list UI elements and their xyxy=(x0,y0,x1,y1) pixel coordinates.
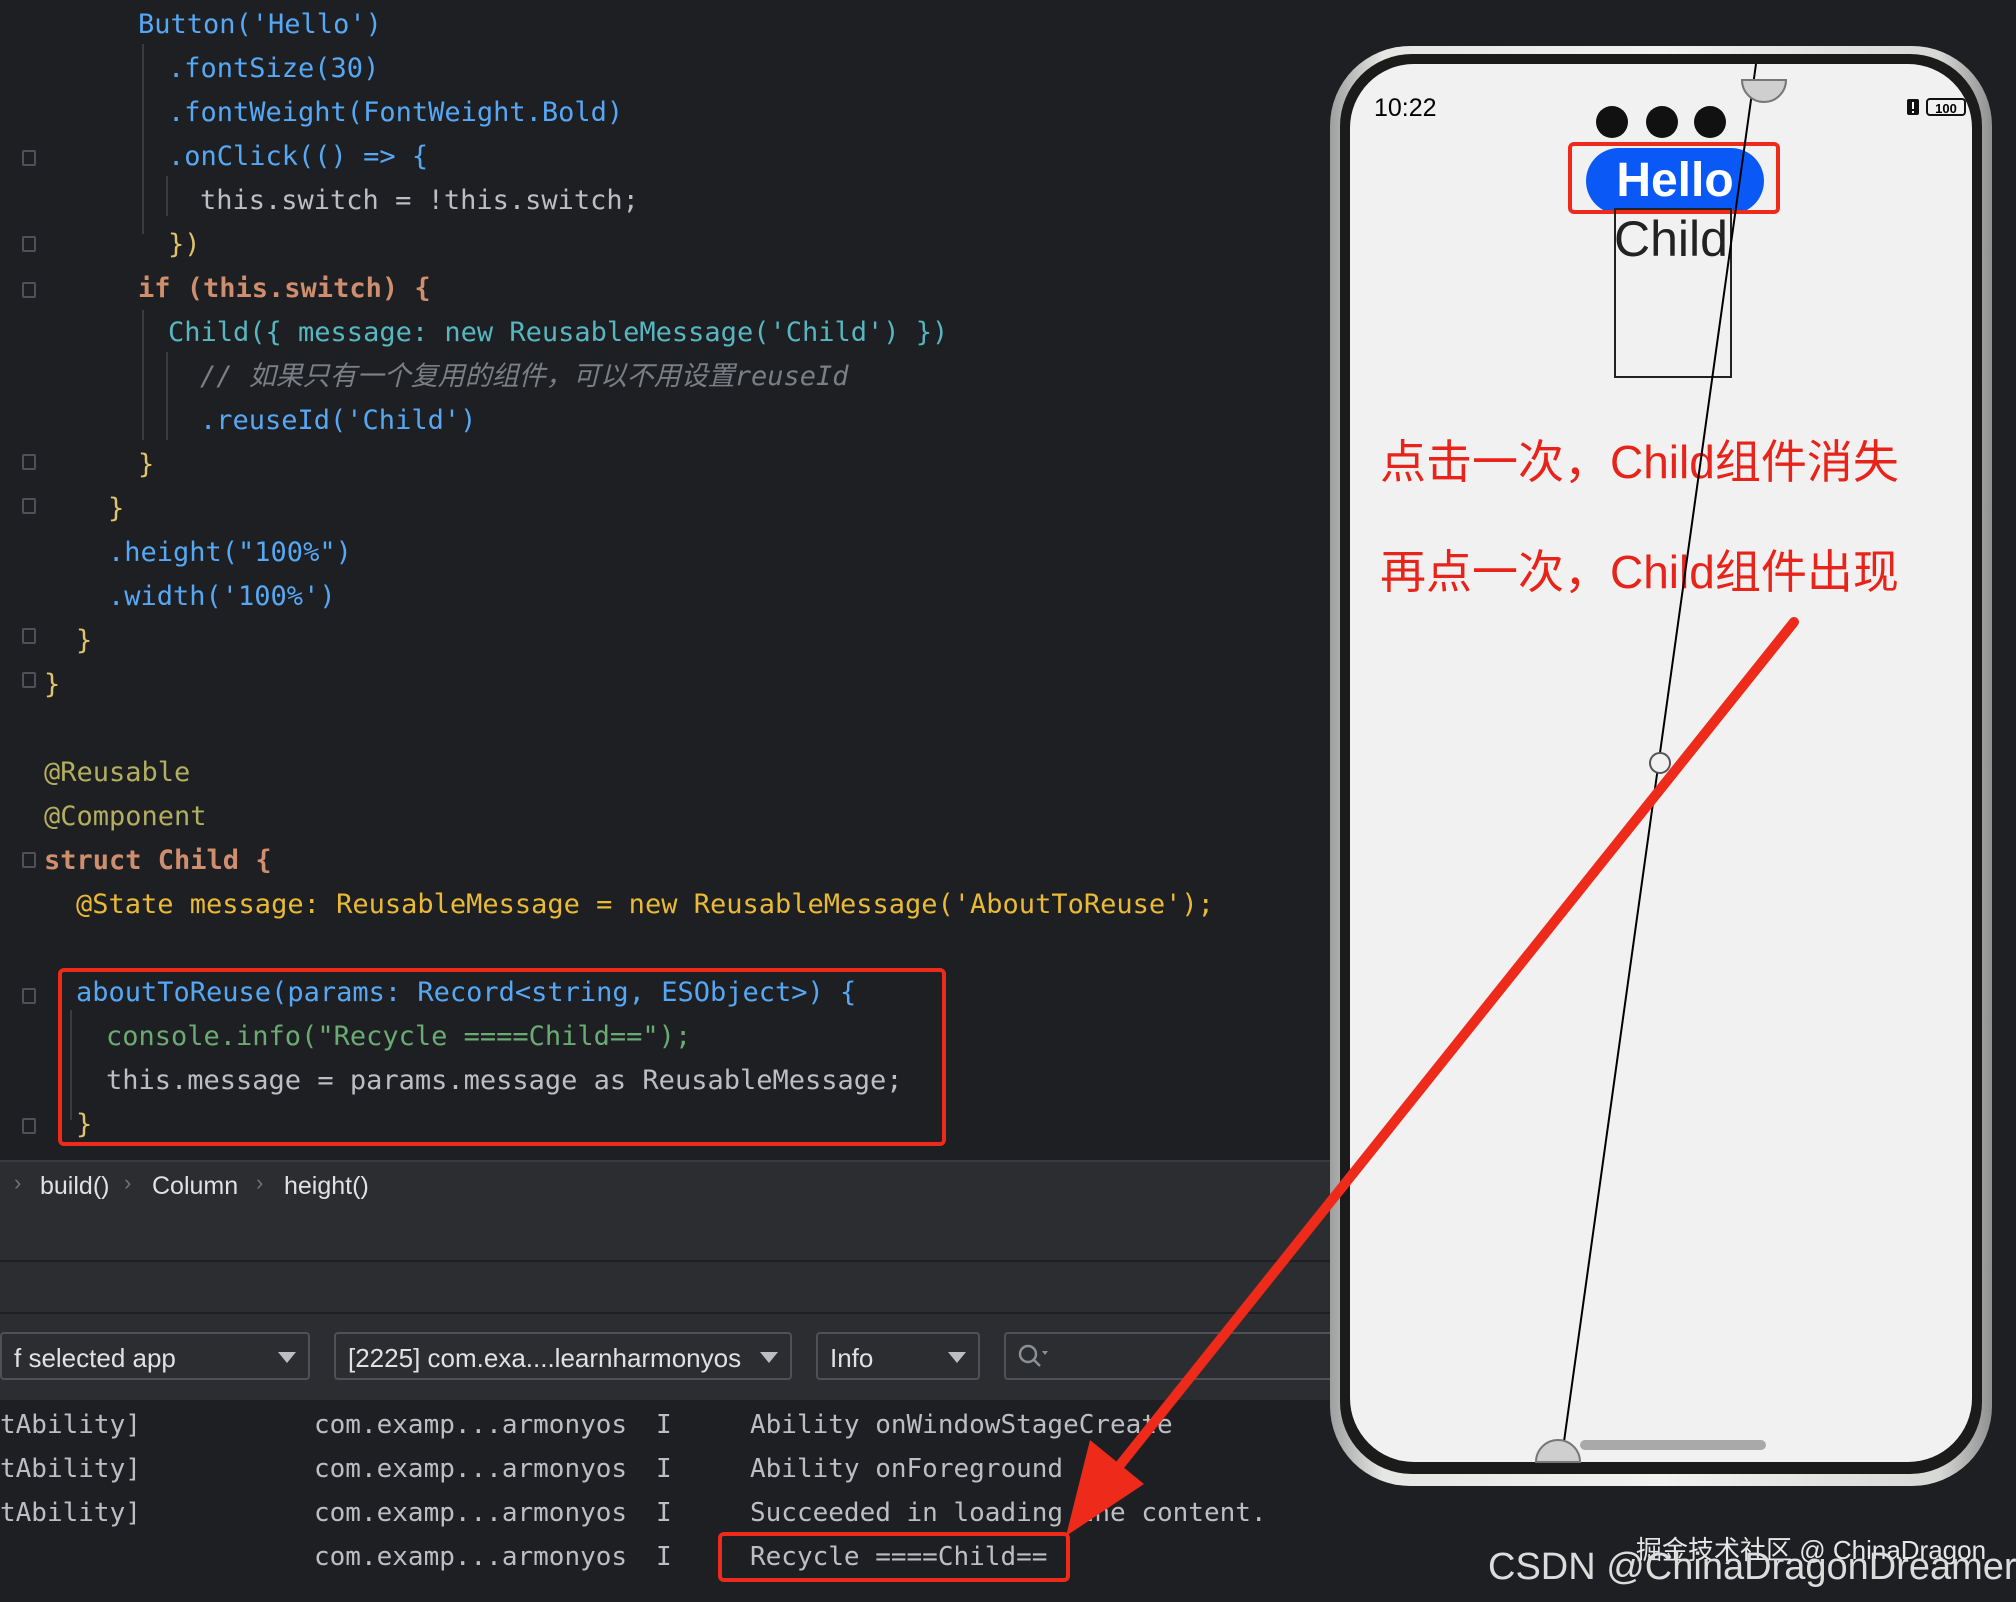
code-line: } xyxy=(44,669,61,700)
annotation-note-disappear: 点击一次，Child组件消失 xyxy=(1380,436,1899,488)
process-filter-dropdown[interactable]: [2225] com.exa....learnharmonyos xyxy=(334,1332,792,1380)
chevron-down-icon xyxy=(760,1352,778,1363)
fold-marker[interactable] xyxy=(22,454,36,470)
indent-guide xyxy=(142,44,144,234)
code-line: } xyxy=(76,625,93,656)
code-line: } xyxy=(108,493,125,524)
phone-screen[interactable]: 10:22 100 Hello Child 点击一次，Child组件消失 再点一… xyxy=(1350,64,1972,1462)
fold-marker[interactable] xyxy=(22,988,36,1004)
chevron-right-icon: › xyxy=(124,1170,132,1195)
code-line: .height("100%") xyxy=(108,537,352,568)
code-line: .fontWeight(FontWeight.Bold) xyxy=(168,97,624,128)
code-line: } xyxy=(138,449,155,480)
code-line: .fontSize(30) xyxy=(168,53,380,84)
chevron-down-icon xyxy=(278,1352,296,1363)
indent-guide xyxy=(166,352,168,440)
child-component-text: Child xyxy=(1614,211,1728,267)
log-package: com.examp...armonyos xyxy=(314,1410,628,1440)
log-output[interactable]: tAbility] com.examp...armonyos I Ability… xyxy=(0,1400,1340,1602)
fold-marker[interactable] xyxy=(22,236,36,252)
tool-window-toolbar xyxy=(0,1262,1340,1314)
watermark-csdn: CSDN @ChinaDragonDreamer xyxy=(1488,1546,2016,1588)
code-line: Button('Hello') xyxy=(138,9,382,40)
code-line: struct Child { xyxy=(44,845,272,876)
battery-icon: 100 xyxy=(1926,98,1966,116)
log-tag: tAbility] xyxy=(0,1498,141,1528)
code-line: @State message: ReusableMessage = new Re… xyxy=(76,889,1214,920)
phone-frame: 10:22 100 Hello Child 点击一次，Child组件消失 再点一… xyxy=(1330,46,1992,1486)
indent-guide xyxy=(142,310,144,440)
chevron-down-icon xyxy=(948,1352,966,1363)
log-level: I xyxy=(656,1542,672,1572)
breadcrumb: › build() › Column › height() xyxy=(0,1160,1340,1210)
log-level-value: Info xyxy=(830,1343,874,1373)
breadcrumb-item[interactable]: build() xyxy=(40,1172,109,1201)
fold-marker[interactable] xyxy=(22,1118,36,1134)
log-package: com.examp...armonyos xyxy=(314,1454,628,1484)
app-filter-value: f selected app xyxy=(14,1343,176,1373)
fold-marker[interactable] xyxy=(22,498,36,514)
alert-icon xyxy=(1907,99,1919,115)
code-line: @Component xyxy=(44,801,207,832)
search-icon xyxy=(1018,1344,1048,1367)
fold-marker[interactable] xyxy=(22,282,36,298)
battery-level: 100 xyxy=(1935,101,1957,116)
annotation-note-appear: 再点一次，Child组件出现 xyxy=(1380,546,1899,598)
code-comment: // 如果只有一个复用的组件，可以不用设置reuseId xyxy=(200,361,849,392)
code-line: this.switch = !this.switch; xyxy=(200,185,639,216)
app-filter-dropdown[interactable]: f selected app xyxy=(0,1332,310,1380)
home-indicator[interactable] xyxy=(1580,1440,1766,1450)
breadcrumb-item[interactable]: Column xyxy=(152,1172,238,1201)
log-package: com.examp...armonyos xyxy=(314,1498,628,1528)
log-level: I xyxy=(656,1410,672,1440)
log-search-input[interactable] xyxy=(1004,1332,1344,1380)
code-line: }) xyxy=(168,229,201,260)
log-level: I xyxy=(656,1498,672,1528)
highlight-box-about-to-reuse xyxy=(58,968,946,1146)
fold-marker[interactable] xyxy=(22,628,36,644)
chevron-right-icon: › xyxy=(256,1170,264,1195)
camera-icon xyxy=(1694,106,1726,138)
tool-window-header xyxy=(0,1210,1340,1262)
indent-guide xyxy=(166,176,168,216)
log-message: Succeeded in loading the content. xyxy=(750,1498,1267,1528)
log-filter-bar: f selected app [2225] com.exa....learnha… xyxy=(0,1314,1344,1400)
fold-marker[interactable] xyxy=(22,672,36,688)
phone-bezel: 10:22 100 Hello Child 点击一次，Child组件消失 再点一… xyxy=(1340,54,1982,1474)
status-time: 10:22 xyxy=(1374,94,1437,122)
chevron-right-icon: › xyxy=(14,1170,22,1195)
code-line: if (this.switch) { xyxy=(138,273,431,304)
fold-marker[interactable] xyxy=(22,150,36,166)
editor-gutter xyxy=(0,0,56,1160)
code-line: .width('100%') xyxy=(108,581,336,612)
log-tag: tAbility] xyxy=(0,1410,141,1440)
highlight-box-hello xyxy=(1568,142,1780,214)
log-level: I xyxy=(656,1454,672,1484)
log-message: Ability onForeground xyxy=(750,1454,1064,1484)
code-line: .onClick(() => { xyxy=(168,141,429,172)
log-package: com.examp...armonyos xyxy=(314,1542,628,1572)
code-editor[interactable]: Button('Hello') .fontSize(30) .fontWeigh… xyxy=(0,0,1340,1160)
camera-icon xyxy=(1646,106,1678,138)
fold-marker[interactable] xyxy=(22,852,36,868)
code-line: Child({ message: new ReusableMessage('Ch… xyxy=(168,317,949,348)
camera-icon xyxy=(1596,106,1628,138)
log-tag: tAbility] xyxy=(0,1454,141,1484)
highlight-box-recycle-log xyxy=(718,1532,1070,1582)
log-message: Ability onWindowStageCreate xyxy=(750,1410,1173,1440)
code-line: @Reusable xyxy=(44,757,191,788)
process-filter-value: [2225] com.exa....learnharmonyos xyxy=(348,1343,742,1373)
code-line: .reuseId('Child') xyxy=(200,405,477,436)
log-level-dropdown[interactable]: Info xyxy=(816,1332,980,1380)
breadcrumb-item[interactable]: height() xyxy=(284,1172,369,1201)
